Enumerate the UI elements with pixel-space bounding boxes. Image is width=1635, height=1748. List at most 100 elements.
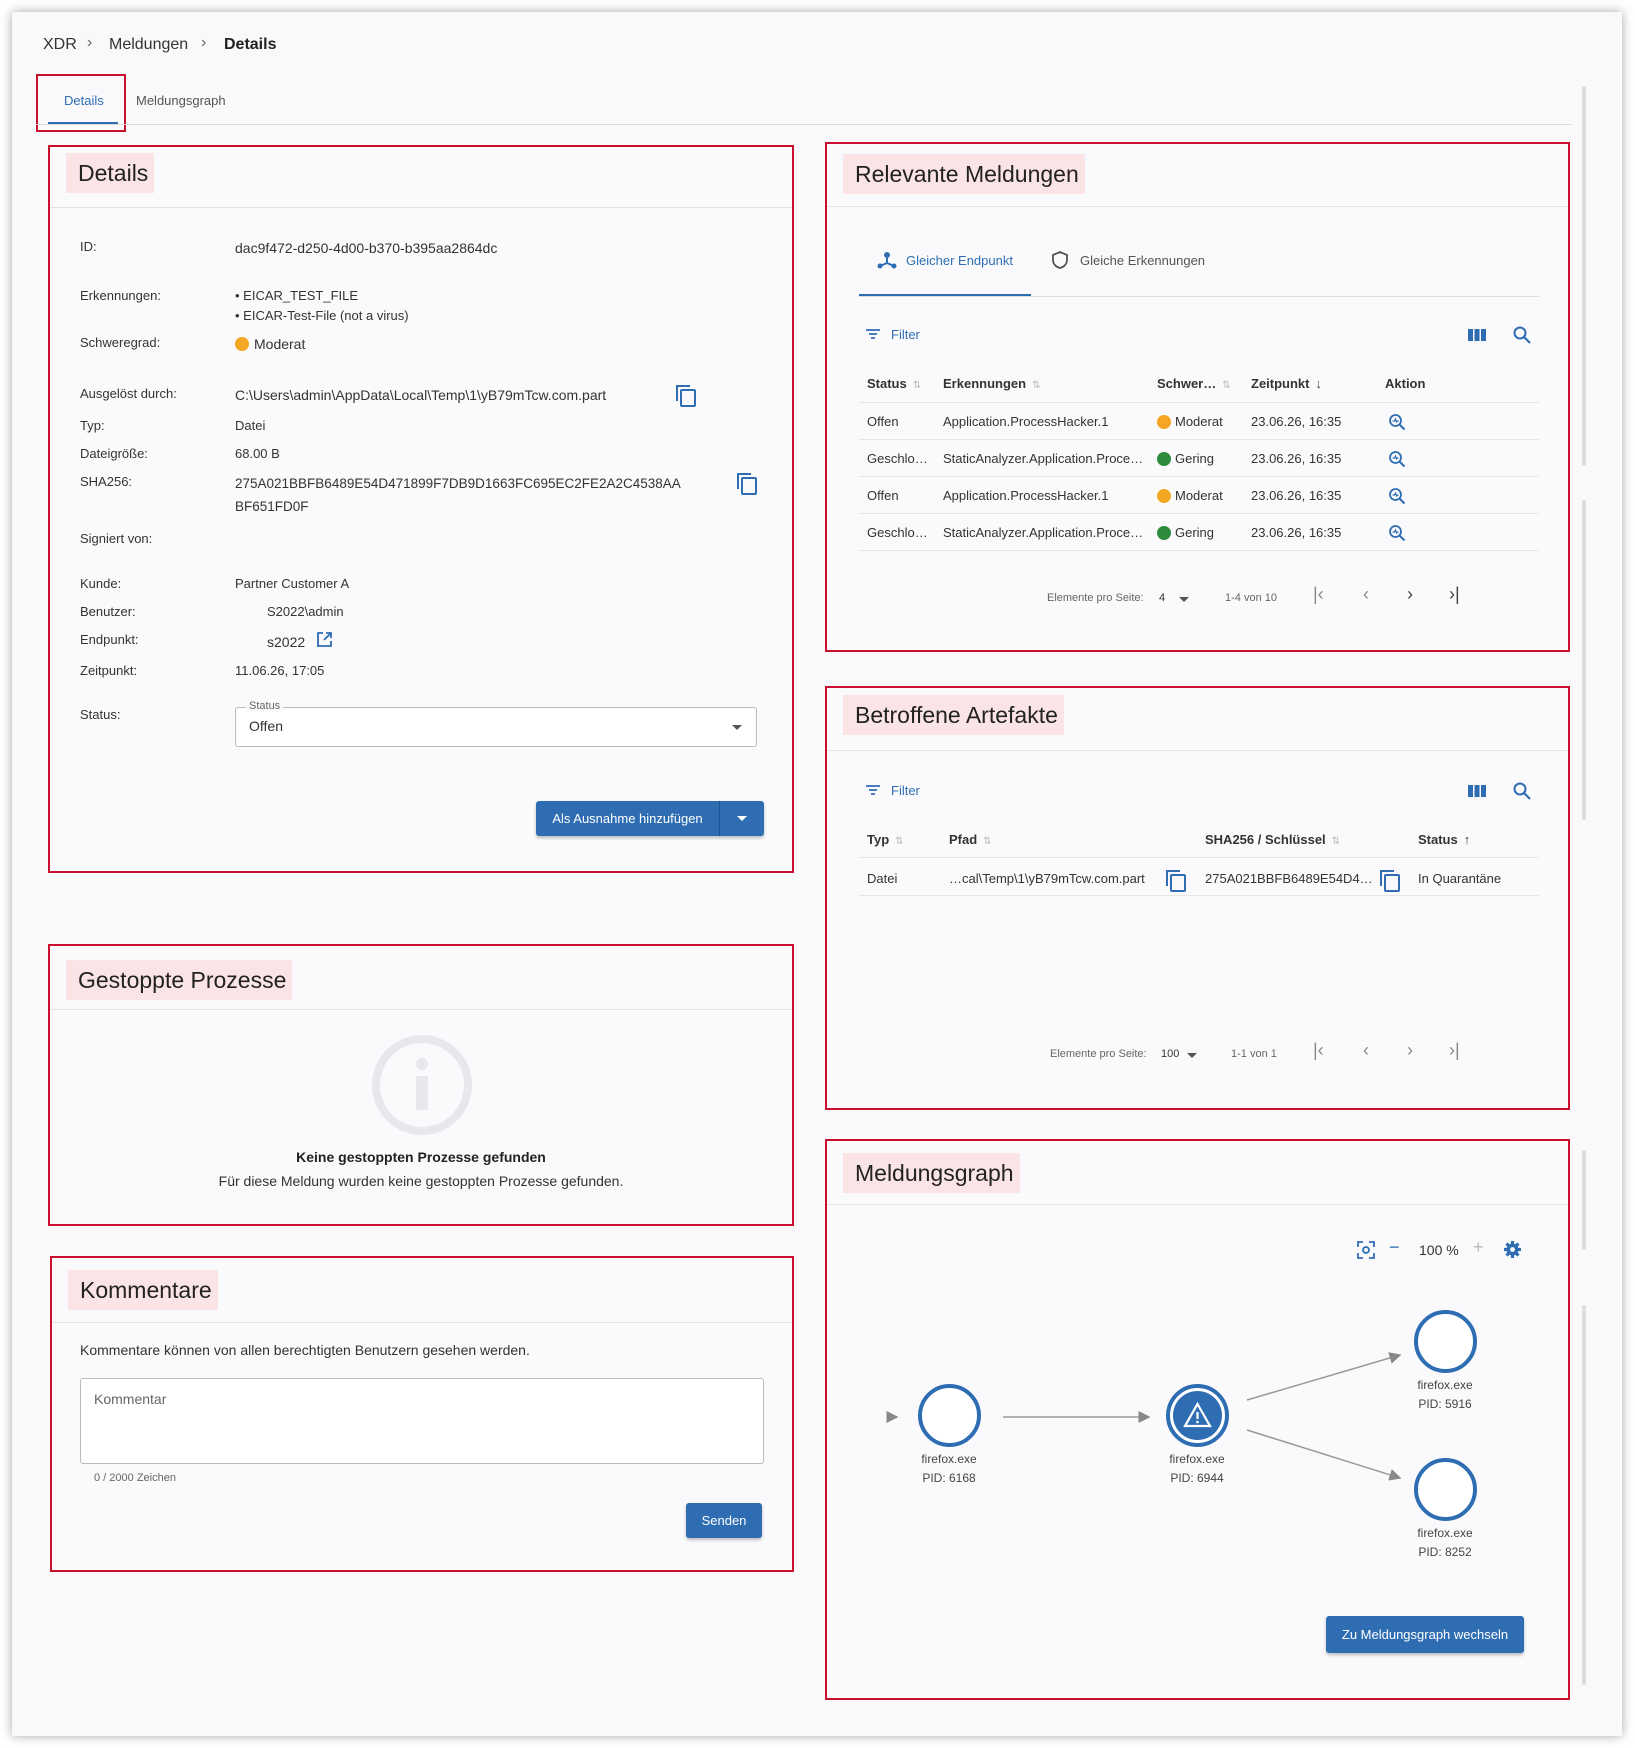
signed-label: Signiert von: <box>80 531 153 546</box>
filter-icon <box>866 329 880 339</box>
col-type[interactable]: Typ ⇅ <box>867 832 904 847</box>
info-icon <box>372 1035 472 1135</box>
card-divider <box>50 1009 792 1010</box>
empty-state-title: Keine gestoppten Prozesse gefunden <box>296 1149 546 1165</box>
switch-to-graph-button[interactable]: Zu Meldungsgraph wechseln <box>1326 1616 1524 1653</box>
inspect-icon[interactable] <box>1388 524 1406 542</box>
alert-time: 23.06.26, 16:35 <box>1251 525 1342 540</box>
time-label: Zeitpunkt: <box>80 663 138 678</box>
next-page-icon[interactable]: › <box>1407 1040 1413 1061</box>
status-select[interactable]: Offen <box>235 707 757 747</box>
process-node-alert[interactable] <box>1166 1384 1229 1447</box>
filter-button[interactable]: Filter <box>891 783 920 798</box>
chevron-down-icon[interactable] <box>1179 597 1189 602</box>
relevant-alerts-card: Relevante Meldungen Gleicher Endpunkt Gl… <box>825 142 1570 652</box>
affected-artifacts-card: Betroffene Artefakte Filter Typ ⇅ Pfad ⇅ S… <box>825 686 1570 1110</box>
row-divider <box>859 513 1539 514</box>
breadcrumb-xdr[interactable]: XDR <box>43 36 77 54</box>
details-title: Details <box>66 153 155 193</box>
col-action: Aktion <box>1385 376 1426 391</box>
inspect-icon[interactable] <box>1388 413 1406 431</box>
copy-icon[interactable] <box>1166 870 1186 892</box>
tab-same-detections[interactable]: Gleiche Erkennungen <box>1080 253 1205 268</box>
breadcrumb-meldungen[interactable]: Meldungen <box>109 36 188 54</box>
per-page-select[interactable]: 100 <box>1161 1048 1179 1060</box>
inspect-icon[interactable] <box>1388 450 1406 468</box>
endpoint-tree-icon <box>877 252 897 269</box>
first-page-icon[interactable]: |‹ <box>1313 1040 1324 1061</box>
col-detections[interactable]: Erkennungen ⇅ <box>943 376 1040 391</box>
comment-placeholder: Kommentar <box>94 1391 167 1407</box>
alert-detection: Application.ProcessHacker.1 <box>943 488 1109 503</box>
last-page-icon[interactable]: ›| <box>1449 584 1460 605</box>
first-page-icon[interactable]: |‹ <box>1313 584 1324 605</box>
time-value: 11.06.26, 17:05 <box>235 663 325 678</box>
external-link-icon[interactable] <box>316 631 333 648</box>
columns-icon[interactable] <box>1467 327 1487 343</box>
copy-icon[interactable] <box>737 473 757 495</box>
add-exception-label: Als Ausnahme hinzufügen <box>552 811 703 826</box>
details-card: Details ID: dac9f472-d250-4d00-b370-b395… <box>48 145 794 873</box>
process-node-label: firefox.exe PID: 6944 <box>1169 1452 1225 1485</box>
search-icon[interactable] <box>1513 782 1531 800</box>
row-divider <box>859 476 1539 477</box>
scrollbar[interactable] <box>1582 1305 1586 1685</box>
scrollbar[interactable] <box>1582 500 1586 820</box>
alert-detection: StaticAnalyzer.Application.Proce… <box>943 451 1144 466</box>
scrollbar[interactable] <box>1582 86 1586 466</box>
process-node[interactable] <box>1414 1310 1477 1373</box>
next-page-icon[interactable]: › <box>1407 584 1413 605</box>
chevron-down-icon[interactable] <box>1187 1053 1197 1058</box>
arrow-down-icon: ↓ <box>1315 376 1323 391</box>
per-page-select[interactable]: 4 <box>1159 592 1165 604</box>
row-divider <box>859 439 1539 440</box>
col-time[interactable]: Zeitpunkt ↓ <box>1251 376 1322 391</box>
last-page-icon[interactable]: ›| <box>1449 1040 1460 1061</box>
status-select-legend: Status <box>246 700 284 712</box>
prev-page-icon[interactable]: ‹ <box>1363 1040 1369 1061</box>
col-status[interactable]: Status ⇅ <box>867 376 921 391</box>
prev-page-icon[interactable]: ‹ <box>1363 584 1369 605</box>
artifact-sha: 275A021BBFB6489E54D4… <box>1205 871 1373 886</box>
shield-icon <box>1052 251 1068 269</box>
breadcrumb-details: Details <box>224 36 277 53</box>
detections-label: Erkennungen: <box>80 288 161 303</box>
severity-dot-icon <box>1157 526 1171 540</box>
severity-dot-icon <box>1157 489 1171 503</box>
arrow-up-icon: ↑ <box>1463 832 1471 847</box>
inspect-icon[interactable] <box>1388 487 1406 505</box>
process-node[interactable] <box>918 1384 981 1447</box>
tab-active-indicator <box>48 122 118 124</box>
stopped-processes-card: Gestoppte Prozesse Keine gestoppten Proz… <box>48 944 794 1226</box>
sha-label: SHA256: <box>80 474 133 489</box>
columns-icon[interactable] <box>1467 783 1487 799</box>
send-button[interactable]: Senden <box>686 1503 762 1538</box>
tab-meldungsgraph[interactable]: Meldungsgraph <box>136 93 226 108</box>
add-exception-button[interactable]: Als Ausnahme hinzufügen <box>536 801 764 836</box>
filter-button[interactable]: Filter <box>891 327 920 342</box>
col-status[interactable]: Status ↑ <box>1418 832 1470 847</box>
col-severity[interactable]: Schwer… ⇅ <box>1157 376 1231 391</box>
copy-icon[interactable] <box>676 385 696 407</box>
search-icon[interactable] <box>1513 326 1531 344</box>
chevron-down-icon[interactable] <box>737 816 747 821</box>
col-path[interactable]: Pfad ⇅ <box>949 832 992 847</box>
col-sha[interactable]: SHA256 / Schlüssel ⇅ <box>1205 832 1340 847</box>
endpoint-link[interactable]: s2022 <box>267 634 305 650</box>
per-page-label: Elemente pro Seite: <box>1050 1048 1147 1060</box>
table-header-divider <box>859 402 1539 403</box>
alert-detection: Application.ProcessHacker.1 <box>943 414 1109 429</box>
tabs-divider <box>859 296 1539 297</box>
tab-same-endpoint[interactable]: Gleicher Endpunkt <box>906 253 1013 268</box>
copy-icon[interactable] <box>1380 870 1400 892</box>
trigger-value: C:\Users\admin\AppData\Local\Temp\1\yB79… <box>235 387 607 403</box>
detection-item: • EICAR-Test-File (not a virus) <box>235 308 409 323</box>
scrollbar[interactable] <box>1582 1150 1586 1250</box>
tab-details[interactable]: Details <box>64 93 104 108</box>
comments-title: Kommentare <box>68 1270 218 1310</box>
severity-dot-icon <box>1157 452 1171 466</box>
process-node[interactable] <box>1414 1458 1477 1521</box>
artifact-status: In Quarantäne <box>1418 871 1502 886</box>
relevant-alerts-title: Relevante Meldungen <box>843 154 1085 194</box>
comment-input[interactable]: Kommentar <box>80 1378 764 1464</box>
